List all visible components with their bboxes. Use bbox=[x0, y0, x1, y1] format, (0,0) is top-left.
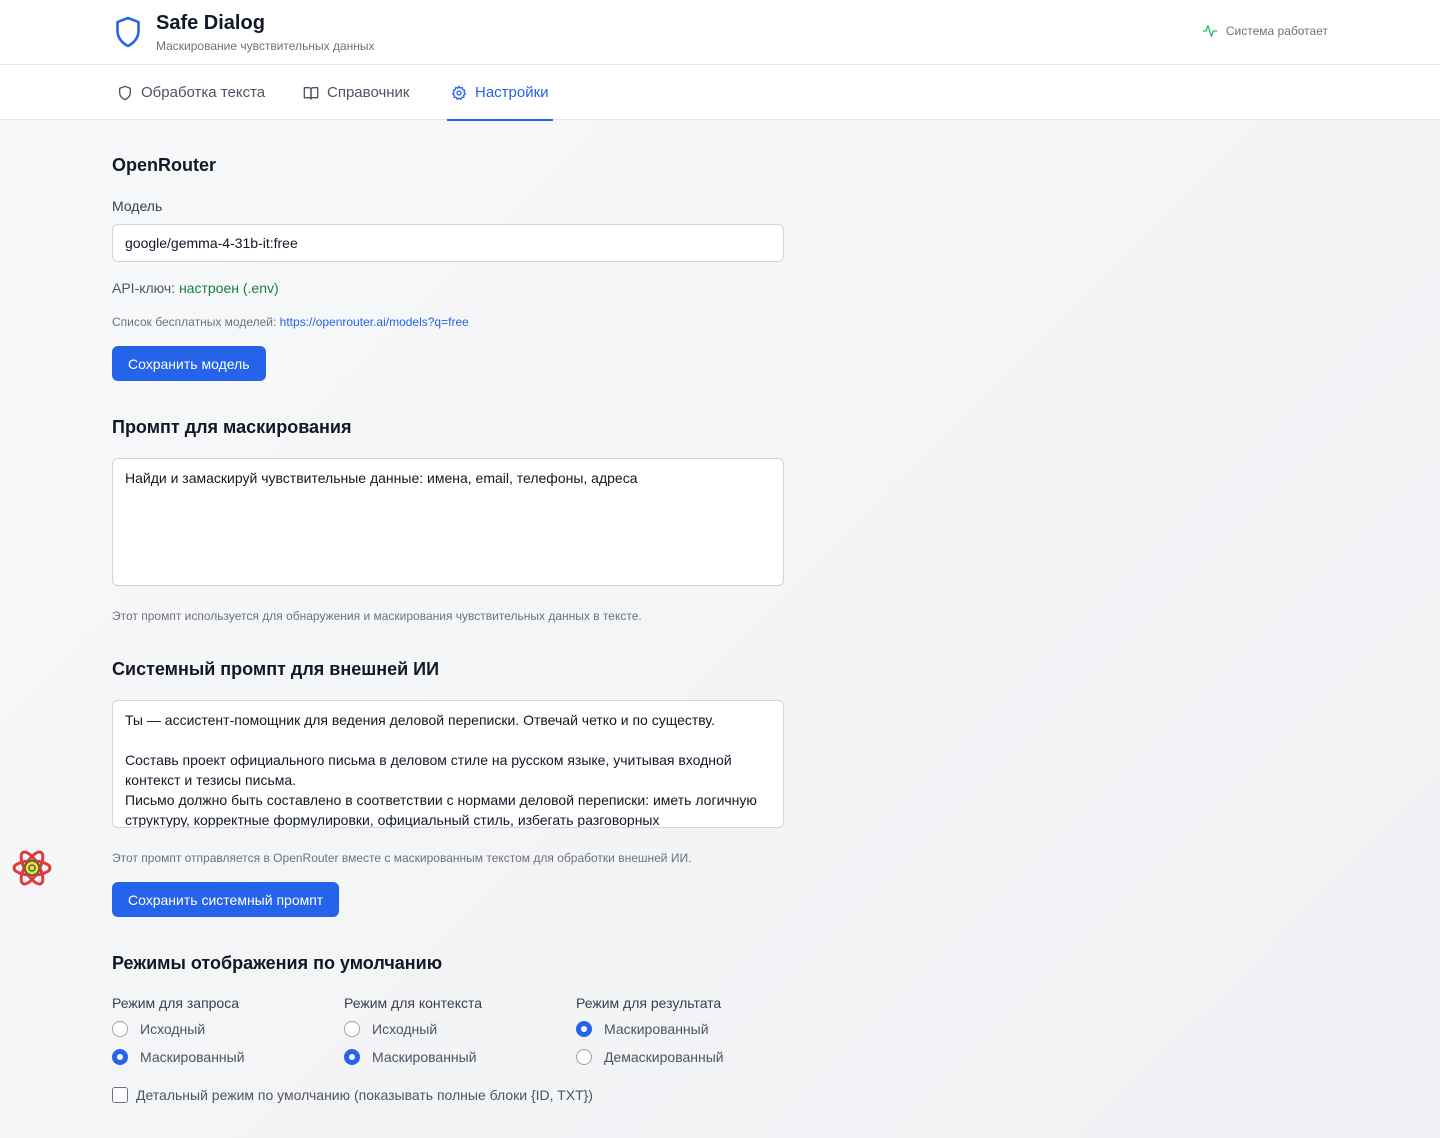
radio-label: Маскированный bbox=[372, 1049, 477, 1065]
api-key-label: API-ключ: bbox=[112, 280, 176, 296]
mask-prompt-textarea[interactable]: Найди и замаскируй чувствительные данные… bbox=[112, 458, 784, 586]
free-models-link[interactable]: https://openrouter.ai/models?q=free bbox=[280, 315, 469, 329]
tab-label: Настройки bbox=[475, 84, 549, 101]
react-devtools-icon[interactable] bbox=[12, 848, 52, 888]
system-prompt-textarea[interactable]: Ты — ассистент-помощник для ведения дело… bbox=[112, 700, 784, 828]
radio-label: Исходный bbox=[372, 1021, 438, 1037]
shield-logo-icon bbox=[116, 16, 140, 48]
book-icon bbox=[303, 86, 319, 100]
radio-button[interactable] bbox=[576, 1021, 592, 1037]
api-key-status: API-ключ: настроен (.env) bbox=[112, 280, 279, 296]
free-models-hint: Список бесплатных моделей: https://openr… bbox=[112, 315, 469, 329]
result-mode-unmasked[interactable]: Демаскированный bbox=[576, 1043, 796, 1071]
display-modes-heading: Режимы отображения по умолчанию bbox=[112, 953, 443, 973]
radio-label: Демаскированный bbox=[604, 1049, 724, 1065]
radio-label: Маскированный bbox=[140, 1049, 245, 1065]
request-mode-title: Режим для запроса bbox=[112, 995, 240, 1011]
radio-button[interactable] bbox=[576, 1049, 592, 1065]
detail-mode-checkbox[interactable] bbox=[112, 1087, 128, 1103]
shield-icon bbox=[119, 85, 131, 100]
mask-prompt-heading: Промпт для маскирования bbox=[112, 417, 352, 437]
result-mode-masked[interactable]: Маскированный bbox=[576, 1015, 796, 1043]
system-status: Система работает bbox=[1202, 23, 1328, 39]
tab-settings[interactable]: Настройки bbox=[447, 65, 553, 121]
tab-label: Обработка текста bbox=[141, 84, 266, 101]
detail-mode-checkbox-row[interactable]: Детальный режим по умолчанию (показывать… bbox=[112, 1087, 593, 1103]
status-text: Система работает bbox=[1225, 24, 1328, 38]
context-mode-original[interactable]: Исходный bbox=[344, 1015, 564, 1043]
radio-label: Маскированный bbox=[604, 1021, 709, 1037]
request-mode-masked[interactable]: Маскированный bbox=[112, 1043, 332, 1071]
detail-mode-label: Детальный режим по умолчанию (показывать… bbox=[136, 1087, 593, 1103]
save-model-button[interactable]: Сохранить модель bbox=[112, 346, 266, 381]
save-system-prompt-button[interactable]: Сохранить системный промпт bbox=[112, 882, 340, 917]
app-title: Safe Dialog bbox=[156, 12, 265, 34]
context-mode-masked[interactable]: Маскированный bbox=[344, 1043, 564, 1071]
app-header: Safe Dialog Маскирование чувствительных … bbox=[0, 0, 1440, 65]
gear-icon bbox=[451, 85, 467, 100]
radio-button[interactable] bbox=[112, 1021, 128, 1037]
request-mode-original[interactable]: Исходный bbox=[112, 1015, 332, 1043]
activity-icon bbox=[1202, 25, 1218, 37]
radio-button[interactable] bbox=[344, 1021, 360, 1037]
radio-button[interactable] bbox=[112, 1049, 128, 1065]
free-models-label: Список бесплатных моделей: bbox=[112, 315, 277, 329]
radio-label: Исходный bbox=[140, 1021, 206, 1037]
api-key-value: настроен (.env) bbox=[178, 280, 279, 296]
system-prompt-heading: Системный промпт для внешней ИИ bbox=[112, 659, 440, 679]
model-label: Модель bbox=[112, 198, 163, 214]
tab-text-processing[interactable]: Обработка текста bbox=[117, 65, 265, 120]
request-mode-group: Режим для запроса Исходный Маскированный bbox=[112, 995, 332, 1071]
context-mode-group: Режим для контекста Исходный Маскированн… bbox=[344, 995, 564, 1071]
tab-bar: Обработка текста Справочник Настройки bbox=[0, 65, 1440, 121]
openrouter-heading: OpenRouter bbox=[112, 155, 217, 175]
system-prompt-hint: Этот промпт отправляется в OpenRouter вм… bbox=[112, 851, 692, 865]
tab-reference[interactable]: Справочник bbox=[303, 65, 410, 120]
radio-button[interactable] bbox=[344, 1049, 360, 1065]
result-mode-title: Режим для результата bbox=[576, 995, 722, 1011]
context-mode-title: Режим для контекста bbox=[344, 995, 483, 1011]
result-mode-group: Режим для результата Маскированный Демас… bbox=[576, 995, 796, 1071]
app-subtitle: Маскирование чувствительных данных bbox=[156, 39, 375, 53]
tab-label: Справочник bbox=[327, 84, 410, 101]
mask-prompt-hint: Этот промпт используется для обнаружения… bbox=[112, 609, 642, 623]
model-input[interactable] bbox=[112, 224, 784, 262]
